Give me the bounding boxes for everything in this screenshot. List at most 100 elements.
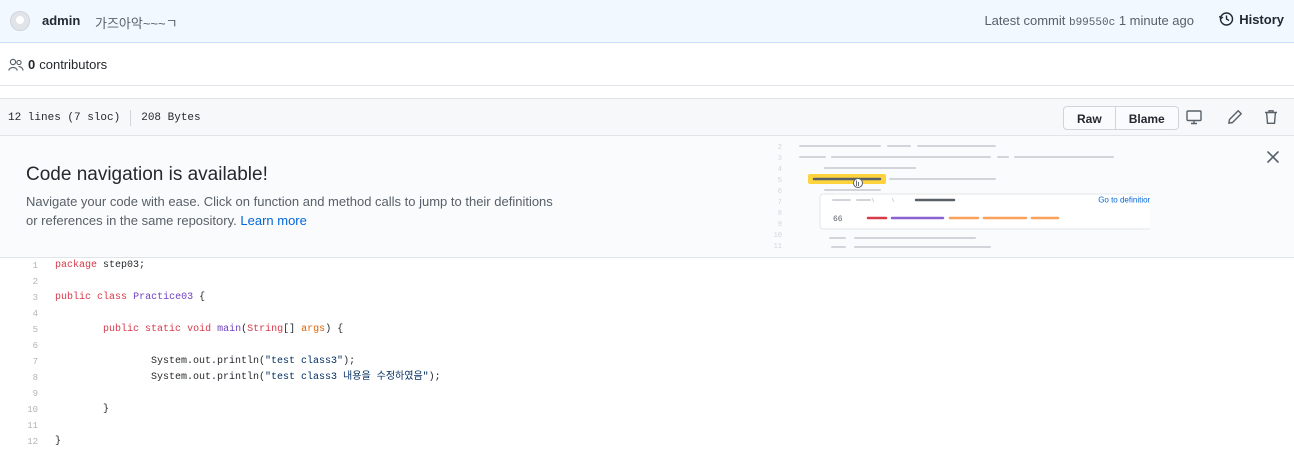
code-line: 8 System.out.println("test class3 내용을 수정… bbox=[0, 370, 1294, 386]
pointer-cursor-icon bbox=[853, 178, 863, 188]
code-token: args bbox=[301, 324, 326, 335]
illus-line-number: 10 bbox=[774, 232, 782, 240]
code-line: 10 } bbox=[0, 402, 1294, 418]
illus-line-number: 2 bbox=[778, 144, 782, 152]
line-number[interactable]: 9 bbox=[0, 386, 38, 402]
line-number[interactable]: 8 bbox=[0, 370, 38, 386]
code-nav-desc-line1: Navigate your code with ease. Click on f… bbox=[26, 194, 553, 209]
code-token: class bbox=[97, 292, 128, 303]
latest-commit-info: Latest commit b99550c 1 minute ago bbox=[984, 13, 1194, 29]
line-count: 12 lines (7 sloc) bbox=[8, 112, 121, 124]
line-number[interactable]: 11 bbox=[0, 418, 38, 434]
code-token: ) { bbox=[325, 324, 344, 335]
contributors-link[interactable]: 0 contributors bbox=[8, 57, 107, 72]
code-line: 1 package step03; bbox=[0, 258, 1294, 274]
code-line: 2 bbox=[0, 274, 1294, 290]
code-token: step03; bbox=[97, 260, 146, 271]
code-token: ); bbox=[343, 356, 356, 367]
line-number[interactable]: 3 bbox=[0, 290, 38, 306]
desktop-icon[interactable] bbox=[1185, 108, 1203, 126]
contributors-label: contributors bbox=[39, 57, 108, 72]
code-line: 9 bbox=[0, 386, 1294, 402]
code-line: 12} bbox=[0, 434, 1294, 450]
code-line: 3 public class Practice03 { bbox=[0, 290, 1294, 306]
file-actions-group: Raw Blame bbox=[1063, 106, 1179, 130]
code-navigation-panel: Code navigation is available! Navigate y… bbox=[0, 136, 1294, 258]
line-number[interactable]: 4 bbox=[0, 306, 38, 322]
close-icon[interactable] bbox=[1266, 150, 1280, 164]
illus-line-number: 6 bbox=[778, 188, 782, 196]
illus-line-number: 4 bbox=[778, 166, 782, 174]
file-size: 208 Bytes bbox=[141, 112, 201, 124]
line-number[interactable]: 1 bbox=[0, 258, 38, 274]
code-token: public bbox=[103, 324, 140, 335]
illus-line-number: 7 bbox=[778, 199, 782, 207]
reference-count: 66 bbox=[833, 215, 843, 224]
file-info-bar: 12 lines (7 sloc) 208 Bytes Raw Blame bbox=[0, 98, 1294, 136]
code-line: 6 bbox=[0, 338, 1294, 354]
code-line: 4 bbox=[0, 306, 1294, 322]
illus-line-number: 9 bbox=[778, 221, 782, 229]
code-token: static bbox=[145, 324, 182, 335]
code-token: void bbox=[187, 324, 212, 335]
contributors-bar: 0 contributors bbox=[0, 43, 1294, 86]
code-token: System.out.println( bbox=[55, 356, 266, 367]
code-token: [] bbox=[283, 324, 302, 335]
code-line: 5 public static void main(String[] args)… bbox=[0, 322, 1294, 338]
code-token: main bbox=[217, 324, 242, 335]
definition-popover: Go to definition 66 bbox=[819, 193, 1150, 230]
history-link[interactable]: History bbox=[1218, 11, 1284, 27]
line-number[interactable]: 7 bbox=[0, 354, 38, 370]
line-number[interactable]: 2 bbox=[0, 274, 38, 290]
pencil-icon[interactable] bbox=[1226, 108, 1244, 126]
go-to-definition-link: Go to definition bbox=[1098, 196, 1150, 205]
code-nav-title: Code navigation is available! bbox=[26, 164, 268, 185]
blame-button[interactable]: Blame bbox=[1115, 106, 1179, 130]
code-token: ); bbox=[428, 372, 441, 383]
code-token: String bbox=[247, 324, 284, 335]
code-token: System.out.println( bbox=[55, 372, 266, 383]
commit-message-link[interactable]: 가즈아악~~~ㄱ bbox=[95, 13, 178, 32]
code-nav-illustration: 2 3 4 5 6 7 8 9 10 11 Go to definition 6… bbox=[774, 144, 1150, 251]
stats-divider bbox=[130, 110, 132, 126]
illus-line-number: 11 bbox=[774, 243, 782, 251]
history-clock-icon bbox=[1219, 12, 1234, 26]
line-number[interactable]: 10 bbox=[0, 402, 38, 418]
code-token: { bbox=[193, 292, 206, 303]
code-token: } bbox=[55, 436, 62, 447]
illus-line-number: 5 bbox=[778, 177, 782, 185]
code-token: public bbox=[55, 292, 92, 303]
code-content: } bbox=[55, 402, 109, 418]
commit-sha-link[interactable]: b99550c bbox=[1069, 17, 1115, 29]
file-stats: 12 lines (7 sloc) 208 Bytes bbox=[8, 110, 201, 126]
people-icon bbox=[8, 58, 24, 71]
learn-more-link[interactable]: Learn more bbox=[240, 213, 306, 228]
code-nav-desc-line2: or references in the same repository. bbox=[26, 213, 237, 228]
code-line: 7 System.out.println("test class3"); bbox=[0, 354, 1294, 370]
code-token: Practice03 bbox=[133, 292, 194, 303]
illus-line-number: 3 bbox=[778, 155, 782, 163]
code-content: System.out.println("test class3"); bbox=[55, 354, 355, 370]
avatar-icon[interactable] bbox=[10, 11, 30, 31]
code-content: package step03; bbox=[55, 258, 145, 274]
code-content: public static void main(String[] args) { bbox=[55, 322, 343, 338]
illustration-line-numbers: 2 3 4 5 6 7 8 9 10 11 bbox=[774, 144, 782, 251]
latest-commit-label: Latest commit bbox=[984, 13, 1066, 28]
line-number[interactable]: 12 bbox=[0, 434, 38, 450]
code-content: } bbox=[55, 434, 61, 450]
code-listing: 1 package step03; 2 3 public class Practice0… bbox=[0, 258, 1294, 447]
code-token: "test class3 내용을 수정하였음" bbox=[265, 372, 429, 383]
contributors-count: 0 bbox=[28, 57, 36, 72]
line-number[interactable]: 6 bbox=[0, 338, 38, 354]
latest-commit-bar: admin 가즈아악~~~ㄱ Latest commit b99550c 1 m… bbox=[0, 0, 1294, 43]
trash-icon[interactable] bbox=[1262, 108, 1280, 126]
history-label: History bbox=[1239, 11, 1284, 27]
code-token: "test class3" bbox=[265, 356, 344, 367]
commit-author-link[interactable]: admin bbox=[42, 13, 80, 28]
code-line: 11 bbox=[0, 418, 1294, 434]
raw-button[interactable]: Raw bbox=[1063, 106, 1116, 130]
code-content: System.out.println("test class3 내용을 수정하였… bbox=[55, 370, 441, 386]
line-number[interactable]: 5 bbox=[0, 322, 38, 338]
code-token: } bbox=[55, 404, 110, 415]
